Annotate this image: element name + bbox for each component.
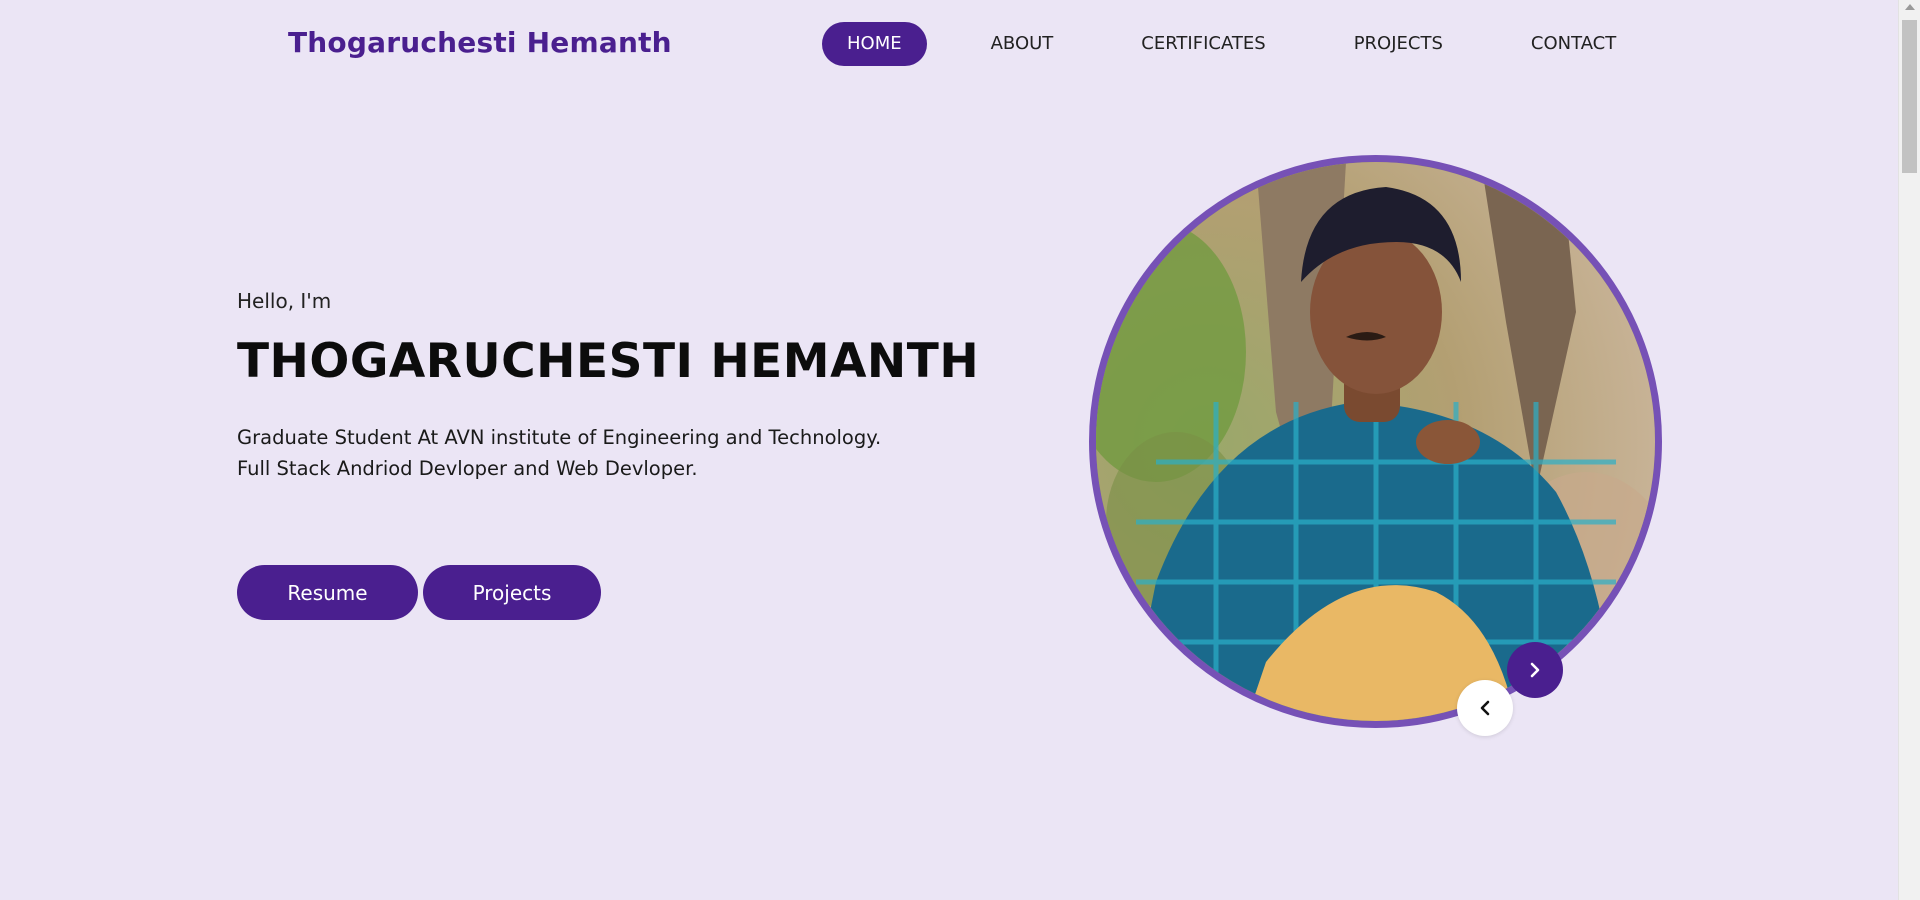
brand-logo-text[interactable]: Thogaruchesti Hemanth: [288, 26, 672, 59]
nav-certificates[interactable]: CERTIFICATES: [1115, 22, 1291, 66]
hero-description: Graduate Student At AVN institute of Eng…: [237, 422, 881, 484]
portfolio-page: Thogaruchesti Hemanth HOME ABOUT CERTIFI…: [0, 0, 1920, 900]
resume-button[interactable]: Resume: [237, 565, 418, 620]
nav-home[interactable]: HOME: [822, 22, 927, 66]
nav-about[interactable]: ABOUT: [965, 22, 1080, 66]
hero-buttons: Resume Projects: [237, 565, 601, 620]
profile-photo: [1089, 155, 1662, 728]
nav-contact[interactable]: CONTACT: [1505, 22, 1642, 66]
carousel-prev-button[interactable]: [1457, 680, 1513, 736]
hero-greeting: Hello, I'm: [237, 289, 332, 313]
main-nav: HOME ABOUT CERTIFICATES PROJECTS CONTACT: [822, 22, 1678, 66]
scrollbar-thumb[interactable]: [1902, 20, 1917, 173]
chevron-right-icon: [1530, 662, 1540, 678]
hero-description-line-2: Full Stack Andriod Devloper and Web Devl…: [237, 457, 698, 480]
nav-projects[interactable]: PROJECTS: [1328, 22, 1469, 66]
chevron-left-icon: [1480, 700, 1490, 716]
scroll-up-arrow-icon[interactable]: [1905, 4, 1915, 10]
hero-description-line-1: Graduate Student At AVN institute of Eng…: [237, 426, 882, 449]
profile-photo-illustration: [1096, 162, 1655, 721]
carousel-next-button[interactable]: [1507, 642, 1563, 698]
hero-name: THOGARUCHESTI HEMANTH: [237, 334, 980, 389]
vertical-scrollbar[interactable]: [1898, 0, 1920, 900]
projects-button[interactable]: Projects: [423, 565, 601, 620]
